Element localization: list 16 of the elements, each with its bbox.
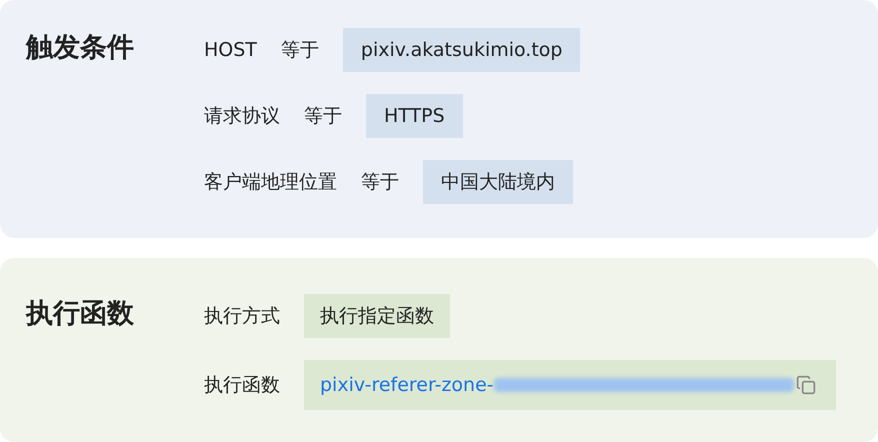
value-chip: HTTPS [366,94,463,138]
operator-label: 等于 [304,104,342,129]
field-label: 执行方式 [204,304,280,329]
field-label: 客户端地理位置 [204,170,337,195]
field-label: 执行函数 [204,372,280,398]
value-chip: pixiv.akatsukimio.top [342,28,580,72]
section-title: 执行函数 [26,297,135,331]
value-chip: 执行指定函数 [304,294,450,338]
section-title: 触发条件 [26,31,135,65]
operator-label: 等于 [361,170,399,195]
copy-icon[interactable] [796,375,816,395]
function-link[interactable]: pixiv-referer-zone- [320,370,494,400]
value-chip: 中国大陆境内 [423,160,573,204]
operator-label: 等于 [280,38,319,63]
field-label: 请求协议 [204,104,280,129]
field-label: HOST [204,38,257,63]
